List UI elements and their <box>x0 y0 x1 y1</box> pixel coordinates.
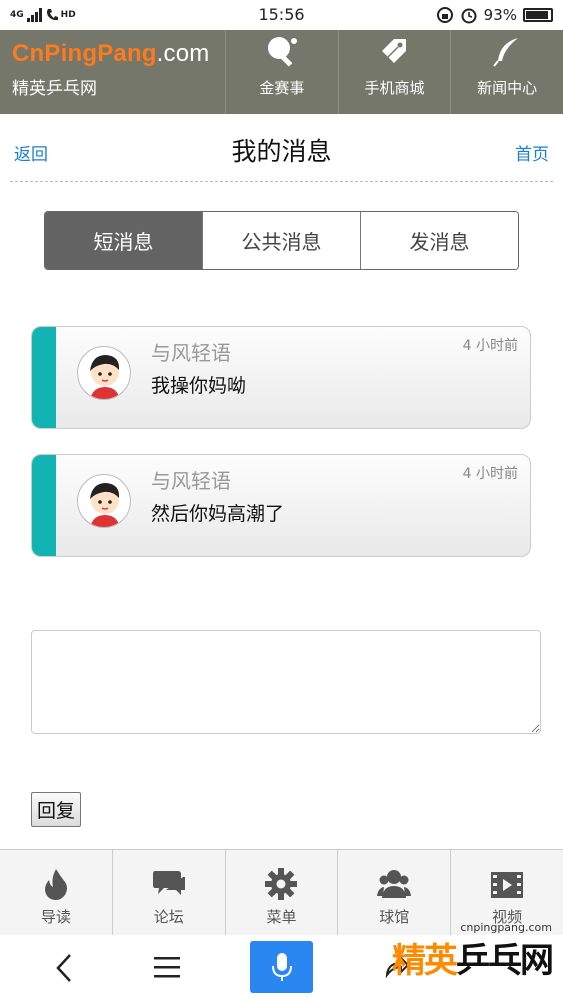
gear-icon <box>265 868 298 900</box>
message-text: 然后你妈高潮了 <box>151 503 285 525</box>
status-bar: 4G HD 15:56 93% <box>0 0 563 30</box>
avatar[interactable] <box>77 474 131 528</box>
clock: 15:56 <box>258 5 305 24</box>
bottom-nav-guide[interactable]: 导读 <box>0 850 113 935</box>
watermark: cnpingpang.com 精英乒乓网 <box>380 915 560 995</box>
microphone-icon <box>271 953 292 981</box>
paddle-icon <box>267 36 297 67</box>
logo-brand-name: CnPingPang <box>12 40 157 67</box>
watermark-text-a: 精英 <box>392 941 458 981</box>
message-time: 4 小时前 <box>462 466 518 482</box>
title-bar: 返回 我的消息 首页 <box>0 114 563 184</box>
home-link[interactable]: 首页 <box>515 140 549 165</box>
message-item[interactable]: 与风轻语 4 小时前 然后你妈高潮了 <box>31 454 531 557</box>
chat-icon <box>152 871 185 895</box>
bottom-nav-label: 菜单 <box>266 908 297 926</box>
tag-icon <box>381 38 406 63</box>
header-nav-shop[interactable]: 手机商城 <box>339 30 452 114</box>
message-sender[interactable]: 与风轻语 <box>151 465 231 494</box>
message-time: 4 小时前 <box>462 338 518 354</box>
logo-subtitle: 精英乒乓网 <box>12 79 97 99</box>
flame-icon <box>44 869 67 900</box>
reply-button[interactable]: 回复 <box>31 792 81 827</box>
bottom-nav-menu[interactable]: 菜单 <box>226 850 339 935</box>
header-nav-label: 手机商城 <box>364 78 425 97</box>
tab-public-messages[interactable]: 公共消息 <box>203 212 361 269</box>
message-item[interactable]: 与风轻语 4 小时前 我操你妈呦 <box>31 326 531 429</box>
message-accent-bar <box>32 455 56 556</box>
bottom-nav-forum[interactable]: 论坛 <box>113 850 226 935</box>
site-logo[interactable]: CnPingPang.com 精英乒乓网 <box>0 30 226 114</box>
logo-brand-suffix: .com <box>156 40 210 67</box>
message-accent-bar <box>32 327 56 428</box>
tab-send-message[interactable]: 发消息 <box>361 212 518 269</box>
avatar-icon <box>90 355 120 399</box>
feather-icon <box>493 37 519 67</box>
message-text: 我操你妈呦 <box>151 375 247 397</box>
watermark-logo: 精英乒乓网 <box>392 933 554 982</box>
back-arrow-icon[interactable] <box>54 953 74 983</box>
message-tabs: 短消息 公共消息 发消息 <box>44 211 519 270</box>
logo-brand: CnPingPang.com <box>12 40 225 68</box>
menu-icon[interactable] <box>154 955 180 979</box>
battery-icon <box>523 8 553 22</box>
divider <box>10 181 553 182</box>
site-header: CnPingPang.com 精英乒乓网 金赛事 手机商城 新闻中心 <box>0 30 563 114</box>
bottom-nav-label: 论坛 <box>153 908 184 926</box>
voice-input-button[interactable] <box>250 941 313 993</box>
reply-input[interactable] <box>31 630 541 734</box>
header-nav-label: 金赛事 <box>259 78 305 97</box>
header-nav-news[interactable]: 新闻中心 <box>451 30 563 114</box>
header-nav-events[interactable]: 金赛事 <box>226 30 339 114</box>
avatar-icon <box>90 483 120 527</box>
page-title: 我的消息 <box>231 137 332 166</box>
watermark-text-b: 乒乓网 <box>456 941 554 981</box>
film-icon <box>491 872 524 898</box>
bottom-nav-label: 导读 <box>40 908 71 926</box>
message-sender[interactable]: 与风轻语 <box>151 337 231 366</box>
avatar[interactable] <box>77 346 131 400</box>
tab-short-messages[interactable]: 短消息 <box>45 212 203 269</box>
header-nav-label: 新闻中心 <box>477 78 538 97</box>
people-icon <box>377 870 412 898</box>
